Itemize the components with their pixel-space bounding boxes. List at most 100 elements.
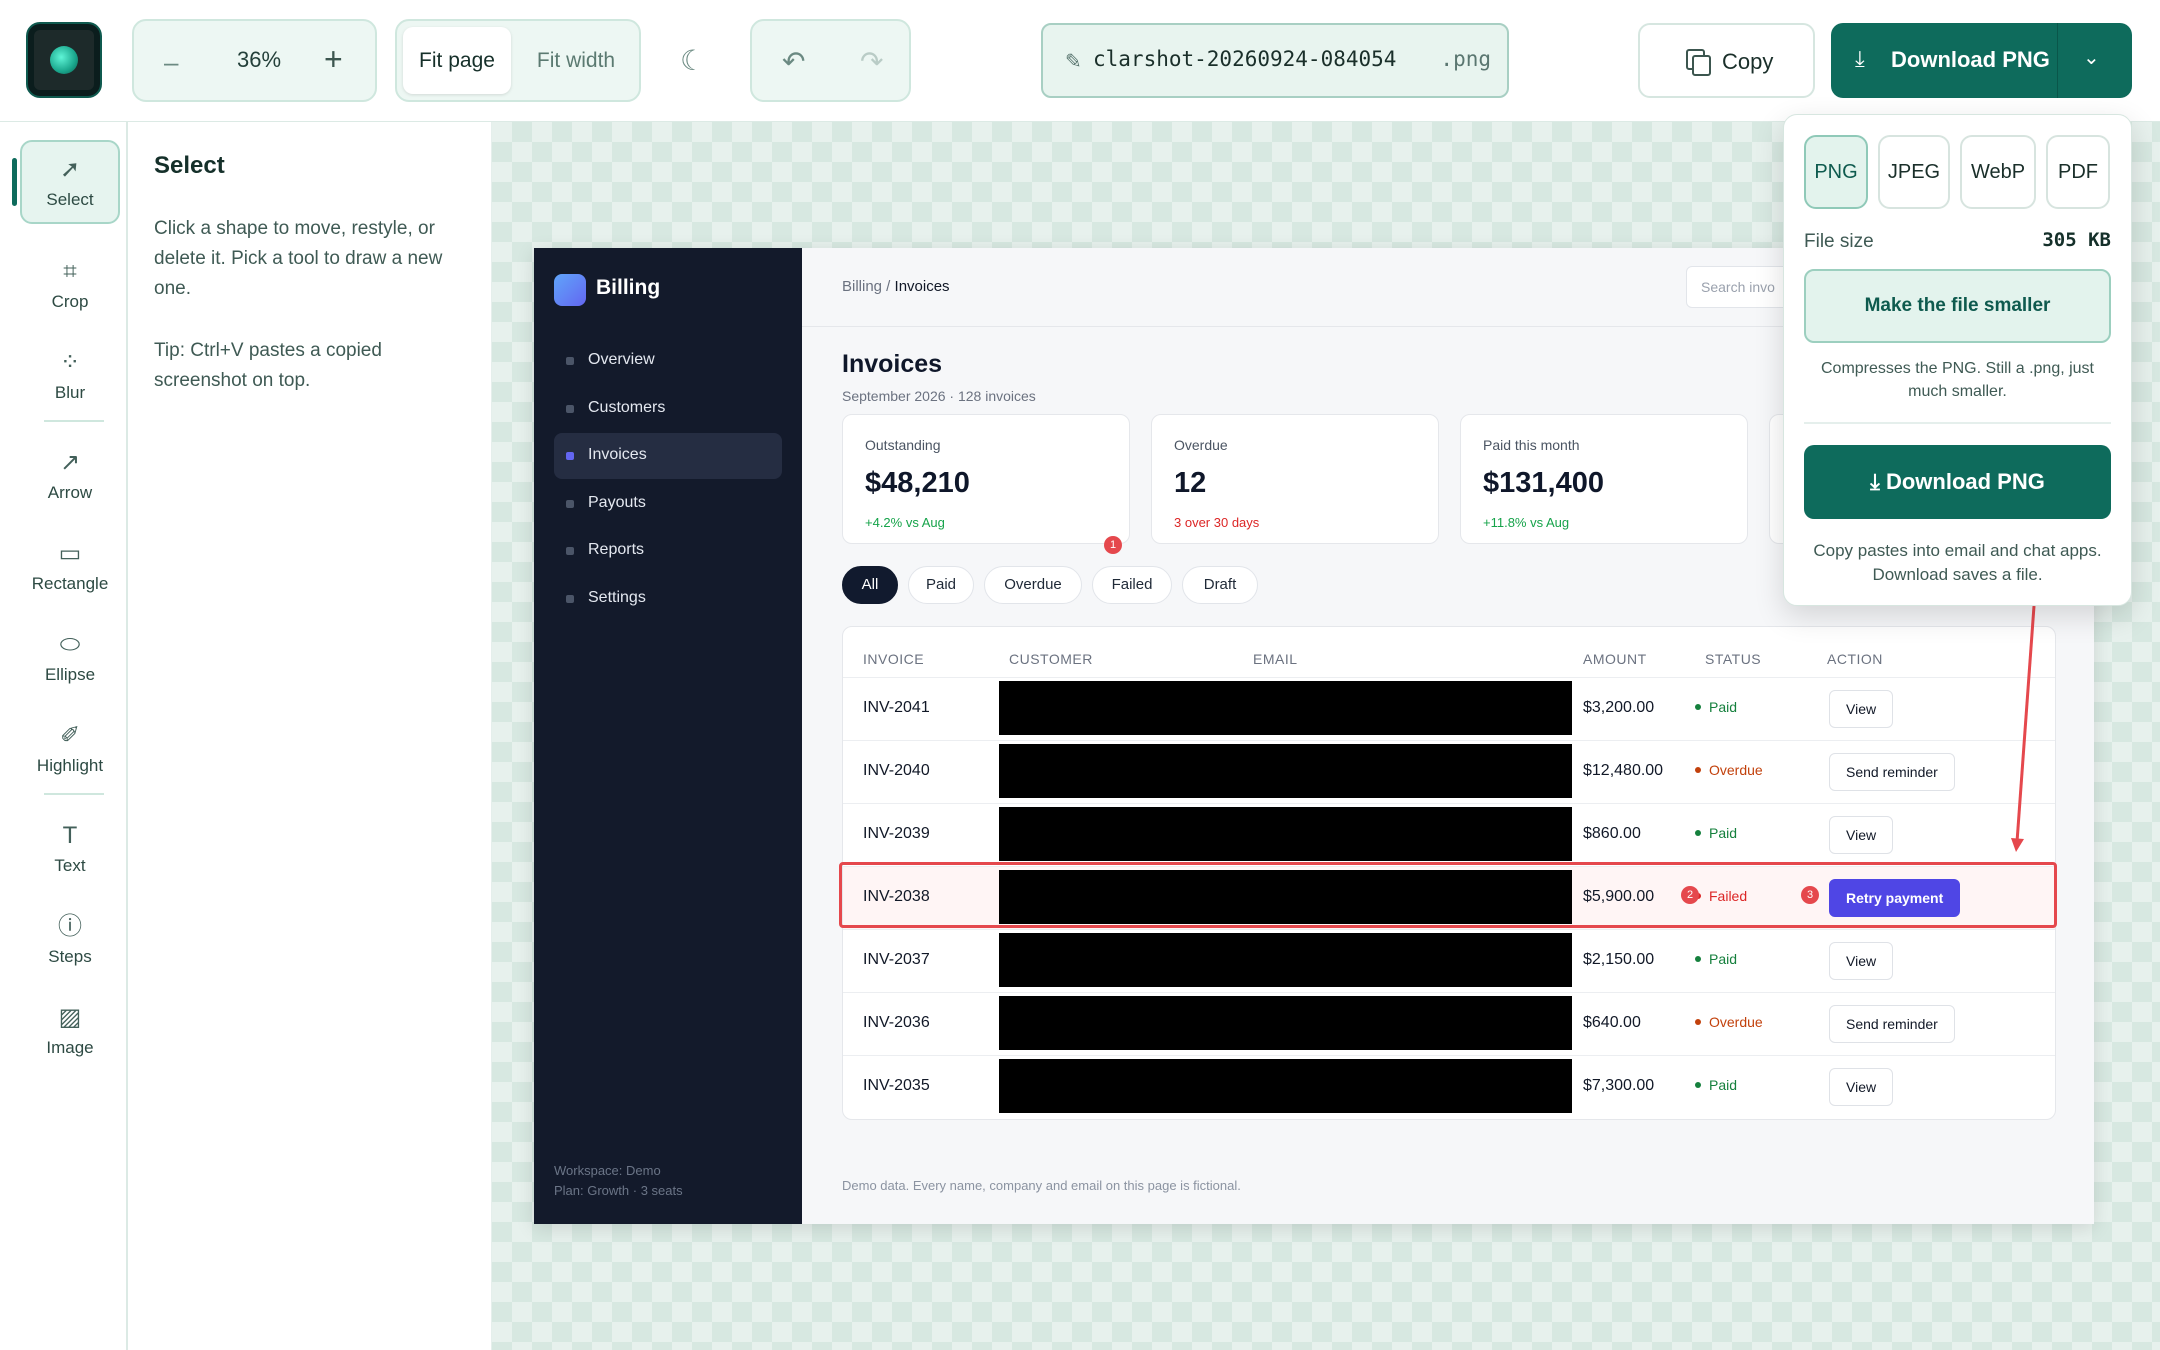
demo-footer: Demo data. Every name, company and email… — [842, 1178, 1241, 1193]
tool-rectangle[interactable]: ▭ Rectangle — [20, 538, 120, 594]
fit-page-button[interactable]: Fit page — [403, 27, 511, 94]
status-badge: Overdue — [1695, 1014, 1763, 1030]
highlight-icon: ✐ — [59, 722, 81, 749]
nav-bullet-icon — [566, 595, 574, 603]
step-badge-1[interactable]: 1 — [1104, 536, 1122, 554]
popover-download-button[interactable]: ⤓ Download PNG — [1804, 445, 2111, 519]
stat-delta: +4.2% vs Aug — [865, 515, 945, 530]
download-button[interactable]: ⤓ Download PNG ⌄ — [1831, 23, 2132, 98]
copy-button[interactable]: Copy — [1638, 23, 1815, 98]
tool-arrow[interactable]: ↗ Arrow — [20, 447, 120, 503]
tool-text[interactable]: T Text — [20, 820, 120, 876]
status-dot-icon — [1695, 1082, 1701, 1088]
redo-icon[interactable]: ↷ — [860, 45, 883, 78]
file-size-label: File size — [1804, 231, 1874, 252]
status-label: Paid — [1709, 951, 1738, 967]
tool-image[interactable]: ▨ Image — [20, 1002, 120, 1058]
tool-select[interactable]: ➚ Select — [20, 140, 120, 224]
chevron-down-icon[interactable]: ⌄ — [2083, 45, 2100, 70]
copy-label: Copy — [1722, 49, 1774, 74]
tool-blur[interactable]: ⁘ Blur — [20, 347, 120, 403]
steps-icon: ⓘ — [58, 913, 82, 940]
redaction-block[interactable] — [999, 681, 1572, 735]
format-png[interactable]: PNG — [1804, 135, 1868, 209]
nav-bullet-icon — [566, 405, 574, 413]
format-webp[interactable]: WebP — [1960, 135, 2036, 209]
step-badge-3[interactable]: 3 — [1801, 886, 1819, 904]
nav-customers: Customers — [554, 386, 782, 432]
invoice-amount: $2,150.00 — [1583, 951, 1655, 968]
inspector-tip: Tip: Ctrl+V pastes a copied screenshot o… — [154, 340, 382, 391]
tool-crop[interactable]: ⌗ Crop — [20, 256, 120, 312]
billing-brand: Billing — [596, 276, 661, 299]
stat-card-paid: Paid this month $131,400 +11.8% vs Aug — [1460, 414, 1748, 544]
status-label: Overdue — [1709, 1014, 1763, 1030]
nav-overview: Overview — [554, 338, 782, 384]
column-header: ACTION — [1827, 651, 1883, 667]
breadcrumb: Billing / Invoices — [842, 278, 950, 295]
text-icon: T — [62, 822, 78, 849]
nav-invoices: Invoices — [554, 433, 782, 479]
redaction-block[interactable] — [999, 807, 1572, 861]
download-label: Download PNG — [1891, 47, 2050, 72]
zoom-in-button[interactable]: + — [324, 41, 343, 78]
invoice-amount: $640.00 — [1583, 1014, 1641, 1031]
crop-icon: ⌗ — [63, 258, 77, 285]
status-dot-icon — [1695, 767, 1701, 773]
app-logo — [26, 22, 102, 98]
redaction-block[interactable] — [999, 1059, 1572, 1113]
status-dot-icon — [1695, 1019, 1701, 1025]
stat-label: Outstanding — [865, 437, 941, 453]
highlight-rectangle-annotation[interactable] — [839, 862, 2057, 928]
download-icon: ⤓ — [1870, 469, 1886, 494]
tool-ellipse[interactable]: ⬭ Ellipse — [20, 629, 120, 685]
top-toolbar: – 36% + Fit page Fit width ☾ ↶ ↷ ✎ clars… — [0, 0, 2160, 122]
fit-width-button[interactable]: Fit width — [521, 27, 631, 94]
tool-label: Image — [46, 1038, 94, 1057]
status-badge: Overdue — [1695, 762, 1763, 778]
undo-icon[interactable]: ↶ — [782, 45, 805, 78]
tool-label: Text — [54, 856, 86, 875]
rectangle-icon: ▭ — [58, 540, 82, 567]
table-row: INV-2040 $12,480.00 Overdue Send reminder — [843, 740, 2055, 803]
stat-card-outstanding: Outstanding $48,210 +4.2% vs Aug — [842, 414, 1130, 544]
step-badge-2[interactable]: 2 — [1681, 886, 1699, 904]
nav-bullet-icon — [566, 357, 574, 365]
table-row: INV-2039 $860.00 Paid View — [843, 803, 2055, 866]
format-pdf[interactable]: PDF — [2046, 135, 2110, 209]
column-header: STATUS — [1705, 651, 1762, 667]
redaction-block[interactable] — [999, 996, 1572, 1050]
redaction-block[interactable] — [999, 933, 1572, 987]
rail-divider — [44, 420, 104, 422]
tool-label: Ellipse — [44, 665, 96, 684]
blur-icon: ⁘ — [59, 349, 81, 376]
format-jpeg[interactable]: JPEG — [1878, 135, 1950, 209]
table-row: INV-2035 $7,300.00 Paid View — [843, 1055, 2055, 1118]
image-icon: ▨ — [58, 1004, 82, 1031]
filename-value[interactable]: clarshot-20260924-084054 — [1093, 47, 1396, 71]
invoice-amount: $7,300.00 — [1583, 1077, 1655, 1094]
redaction-block[interactable] — [999, 744, 1572, 798]
stat-delta: 3 over 30 days — [1174, 515, 1260, 530]
tool-label: Select — [46, 190, 94, 209]
nav-label: Invoices — [588, 446, 647, 463]
tool-steps[interactable]: ⓘ Steps — [20, 911, 120, 967]
tool-highlight[interactable]: ✐ Highlight — [20, 720, 120, 776]
status-badge: Paid — [1695, 825, 1737, 841]
invoice-id: INV-2036 — [863, 1014, 930, 1031]
status-label: Paid — [1709, 1077, 1738, 1093]
billing-logo-icon — [554, 274, 586, 306]
download-icon: ⤓ — [1855, 46, 1865, 71]
page-title: Invoices — [842, 350, 943, 378]
status-badge: Paid — [1695, 1077, 1737, 1093]
filter-overdue: Overdue — [984, 566, 1082, 604]
zoom-out-button[interactable]: – — [164, 47, 178, 78]
logo-orb-icon — [50, 46, 78, 74]
export-hint: Copy pastes into email and chat apps. Do… — [1813, 541, 2102, 584]
dark-mode-moon-icon[interactable]: ☾ — [680, 44, 714, 78]
filename-field[interactable]: ✎ clarshot-20260924-084054 .png — [1041, 23, 1509, 98]
nav-label: Payouts — [588, 494, 646, 511]
make-smaller-button[interactable]: Make the file smaller — [1804, 269, 2111, 343]
filter-paid: Paid — [908, 566, 974, 604]
tool-label: Highlight — [36, 756, 104, 775]
